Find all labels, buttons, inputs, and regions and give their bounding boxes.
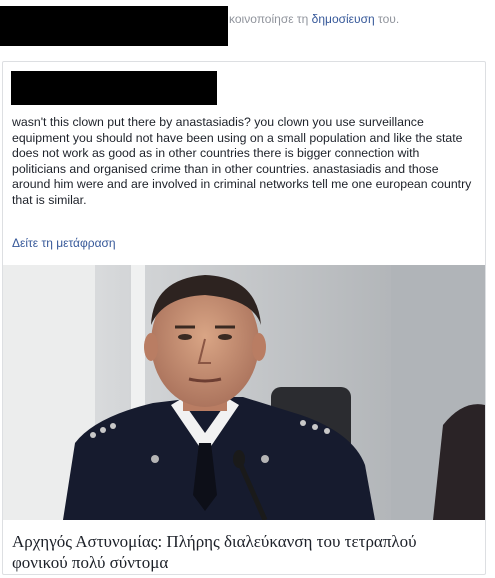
police-chief-photo [3,265,485,520]
post-body: wasn't this clown put there by anastasia… [12,115,472,207]
redacted-author-name [11,71,217,105]
share-header-text: κοινοποίησε τη [229,12,309,26]
shared-post-card: wasn't this clown put there by anastasia… [2,61,486,575]
see-translation-link[interactable]: Δείτε τη μετάφραση [12,236,116,250]
share-header: κοινοποίησε τη δημοσίευση του. [229,12,399,26]
share-header-suffix: του. [378,12,400,26]
redacted-sharer-name [0,6,228,46]
link-preview-title[interactable]: Αρχηγός Αστυνομίας: Πλήρης διαλεύκανση τ… [12,531,472,573]
link-preview-image[interactable] [3,265,485,520]
post-link[interactable]: δημοσίευση [312,12,375,26]
